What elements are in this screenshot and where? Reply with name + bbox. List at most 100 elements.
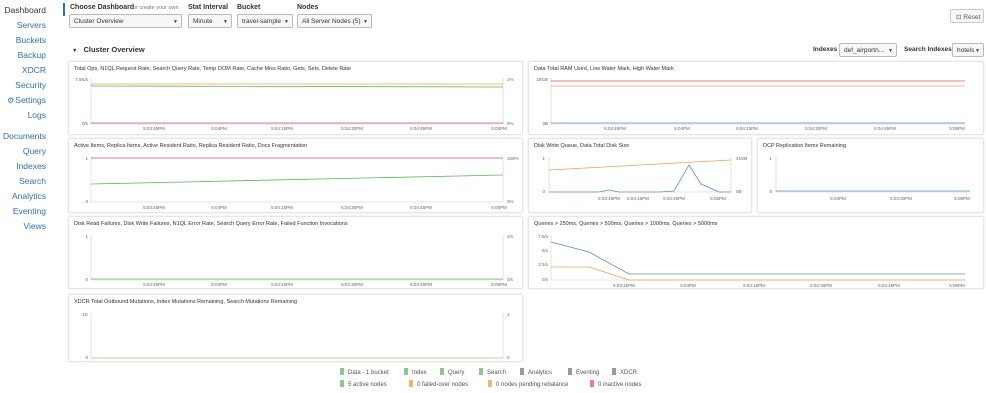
y-tick-left: 0/s (542, 277, 549, 282)
y-tick-right: 410M (736, 156, 748, 161)
reset-button[interactable]: ⊡ Reset (950, 9, 984, 23)
x-tick: 5:04:30PM (810, 283, 832, 288)
x-tick: 5:04PM (830, 196, 846, 201)
legend-active-nodes[interactable]: 5 active nodes (340, 380, 387, 388)
stat-interval-select[interactable]: Minute ▼ (188, 14, 232, 28)
series-line-orange (548, 159, 732, 171)
nodes-select-value: All Server Nodes (5) (302, 18, 361, 25)
x-tick: 5:04:30PM (341, 205, 363, 210)
legend-service-eventing: Eventing (568, 368, 599, 376)
x-tick: 5:04:15PM (271, 205, 293, 210)
chart-panel-total-ops: Total Ops, N1QL Request Rate, Search Que… (68, 61, 523, 135)
legend-pending-rebalance[interactable]: 0 nodes pending rebalance (488, 380, 568, 388)
legend-service-xdcr: XDCR (612, 368, 637, 376)
y-tick-right: 1 (507, 312, 510, 317)
x-tick: 5:04:15PM (743, 283, 765, 288)
chevron-down-icon: ▼ (284, 19, 289, 25)
search-indexes-select[interactable]: hotels ▼ (952, 43, 984, 57)
sidebar-item-analytics[interactable]: Analytics (12, 191, 46, 201)
cluster-overview-toggle[interactable]: ▼ Cluster Overview (72, 45, 145, 54)
chart-queries: 7.5/s 5/s 2.5/s 0/s 5:03:45PM 5:04PM 5:0… (538, 234, 965, 288)
create-own-link[interactable]: or create your own (133, 5, 179, 11)
sidebar-item-search[interactable]: Search (19, 176, 46, 186)
x-tick: 5:03:45PM (604, 126, 626, 131)
y-tick-right: 0B (736, 189, 742, 194)
x-tick: 5:04:15PM (271, 282, 293, 287)
legend-service-analytics: Analytics (520, 368, 552, 376)
x-tick: 5:04:15PM (271, 126, 293, 131)
x-tick: 5:04PM (211, 205, 227, 210)
x-tick: 5:04:15PM (736, 126, 758, 131)
chart-panel-items: Active Items, Replica Items, Active Resi… (68, 138, 523, 213)
x-tick: 5:04:45PM (410, 205, 432, 210)
x-tick: 5:05PM (491, 282, 507, 287)
y-tick-left: 7.5K/s (75, 77, 89, 82)
chart-total-ops: 7.5K/s 0/s 1% 0% 5:03:45PM 5:04PM 5:04:1… (75, 77, 513, 131)
sidebar-item-settings-label: Settings (15, 95, 46, 105)
series-line-green (90, 85, 504, 88)
legend-service-query: Query (440, 368, 464, 376)
chart-panel-ram: Data Total RAM Used, Low Water Mark, Hig… (528, 61, 984, 135)
sidebar-item-query[interactable]: Query (23, 146, 46, 156)
y-tick-left: 1K (82, 312, 88, 317)
choose-dashboard-label: Choose Dashboard (70, 4, 135, 11)
indexes-select-value: def_airportn... (844, 47, 885, 54)
chart-disk-write: 1 0 410M 0B 5:03:45PM 5:04:15PM 5:04:45P… (542, 156, 748, 201)
chart-panel-queries: Queries > 250ms, Queries > 500ms, Querie… (528, 216, 984, 289)
x-tick: 5:03:45PM (143, 126, 165, 131)
x-tick: 5:04PM (680, 283, 696, 288)
nodes-select[interactable]: All Server Nodes (5) ▼ (297, 14, 372, 28)
series-line-blue (549, 164, 731, 193)
y-tick-left: 0 (85, 277, 88, 282)
x-tick: 5:04PM (211, 126, 227, 131)
chevron-down-icon: ▼ (223, 19, 228, 25)
sidebar-item-settings[interactable]: ⚙Settings (7, 95, 46, 105)
chevron-down-icon: ▼ (888, 48, 893, 54)
x-tick: 5:05PM (954, 196, 970, 201)
y-tick-left: 1 (769, 156, 772, 161)
sidebar-item-xdcr[interactable]: XDCR (22, 65, 46, 75)
nodes-label: Nodes (297, 4, 319, 11)
sidebar-item-logs[interactable]: Logs (28, 110, 46, 120)
chevron-down-icon: ▼ (363, 19, 368, 25)
y-tick-right: 0% (507, 199, 514, 204)
chart-panel-xdcr: XDCR Total Outbound Mutations, Index Mut… (68, 294, 523, 362)
stat-interval-label: Stat Interval (188, 4, 229, 11)
sidebar-item-backup[interactable]: Backup (18, 50, 46, 60)
stat-interval-value: Minute (193, 18, 213, 25)
y-tick-right: 1/s (507, 234, 514, 239)
series-line-orange (551, 266, 965, 281)
y-tick-left: 0 (769, 189, 772, 194)
x-tick: 5:04:45PM (410, 282, 432, 287)
y-tick-left: 5/s (542, 248, 549, 253)
y-tick-left: 2.5/s (538, 262, 549, 267)
sidebar-item-dashboard[interactable]: Dashboard (4, 5, 46, 15)
chart-panel-disk-write: Disk Write Queue, Data Total Disk Size 1… (528, 138, 752, 213)
bucket-select[interactable]: travel-sample ▼ (237, 14, 293, 28)
bucket-select-value: travel-sample (242, 18, 282, 25)
sidebar-item-documents[interactable]: Documents (3, 131, 46, 141)
gear-icon: ⚙ (7, 96, 15, 105)
search-indexes-label: Search Indexes (904, 46, 952, 53)
y-tick-left: 0/s (82, 121, 89, 126)
sidebar-item-indexes[interactable]: Indexes (16, 161, 46, 171)
search-indexes-value: hotels (957, 47, 975, 54)
x-tick: 5:04PM (211, 282, 227, 287)
reset-icon: ⊡ (956, 14, 962, 21)
sidebar-item-security[interactable]: Security (15, 80, 46, 90)
legend-inactive-nodes[interactable]: 0 inactive nodes (590, 380, 641, 388)
dashboard-select[interactable]: Cluster Overview ▼ (69, 14, 182, 28)
sidebar-item-servers[interactable]: Servers (17, 20, 46, 30)
chart-panel-failures: Disk Read Failures, Disk Write Failures,… (68, 216, 523, 289)
x-tick: 5:04:45PM (663, 196, 685, 201)
sidebar-item-buckets[interactable]: Buckets (16, 35, 46, 45)
y-tick-right: 0 (507, 355, 510, 360)
legend-failed-over-nodes[interactable]: 0 failed-over nodes (409, 380, 468, 388)
chart-ram: 18GB 0B 5:03:45PM 5:04PM 5:04:15PM 5:04:… (536, 77, 965, 131)
indexes-select[interactable]: def_airportn... ▼ (839, 43, 897, 57)
chart-dcp: 1 0 5:04PM 5:04:30PM 5:05PM (769, 156, 970, 201)
x-tick: 5:04:30PM (890, 196, 912, 201)
sidebar-item-views[interactable]: Views (23, 221, 46, 231)
bucket-label: Bucket (237, 4, 261, 11)
sidebar-item-eventing[interactable]: Eventing (13, 206, 46, 216)
